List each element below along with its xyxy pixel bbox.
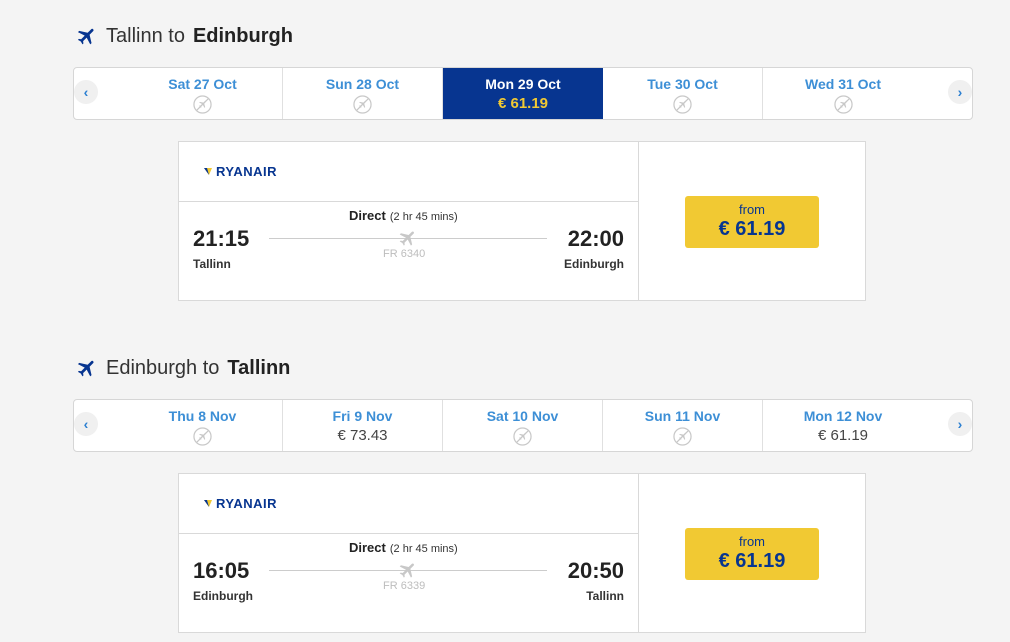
arrival-city: Edinburgh [564,257,624,271]
flight-number: FR 6340 [383,248,426,260]
date-cell[interactable]: Sat 27 Oct [123,68,283,119]
select-fare-button[interactable]: from € 61.19 [685,196,819,248]
date-cell[interactable]: Tue 30 Oct [603,68,763,119]
departure-time: 21:15 [193,226,250,251]
chevron-right-icon[interactable]: › [948,412,972,436]
no-flights-icon [193,427,212,446]
date-cell[interactable]: Wed 31 Oct [763,68,923,119]
chevron-left-icon[interactable]: ‹ [74,412,98,436]
date-cell[interactable]: Fri 9 Nov € 73.43 [283,400,443,451]
inbound-title: Edinburgh to Tallinn [76,353,290,383]
inbound-title-prefix: Edinburgh to [106,356,220,379]
date-label: Sun 11 Nov [644,408,721,424]
inbound-dates: Thu 8 Nov Fri 9 Nov € 73.43 Sat 10 Nov S… [123,400,923,451]
direct-label: Direct [349,540,386,555]
date-cell[interactable]: Sun 28 Oct [283,68,443,119]
outbound-dates: Sat 27 Oct Sun 28 Oct Mon 29 Oct € 61.19… [123,68,923,119]
chevron-right-icon[interactable]: › [948,80,972,104]
departure-city: Tallinn [193,257,231,271]
date-price: € 61.19 [817,427,869,444]
fare-price: € 61.19 [718,550,786,572]
date-label: Wed 31 Oct [805,76,881,92]
no-flights-icon [193,95,212,114]
date-label: Tue 30 Oct [647,76,718,92]
airline-brand: RYANAIR [203,495,277,511]
departure-time: 16:05 [193,558,250,583]
date-cell[interactable]: Mon 12 Nov € 61.19 [763,400,923,451]
date-label: Sat 10 Nov [486,408,559,424]
date-price: € 61.19 [497,95,549,112]
no-flights-icon [833,95,853,114]
divider [179,201,638,202]
duration: (2 hr 45 mins) [389,543,458,555]
flight-details: RYANAIR Direct (2 hr 45 mins) 16:05 Edinb… [179,474,639,632]
date-cell[interactable]: Sun 11 Nov [603,400,763,451]
arrival-time: 22:00 [567,226,624,251]
date-label: Thu 8 Nov [168,408,237,424]
flight-details: RYANAIR Direct (2 hr 45 mins) 21:15 Talli… [179,142,639,300]
outbound-title-dest: Edinburgh [192,24,293,47]
no-flights-icon [673,427,692,446]
inbound-flight-card: RYANAIR Direct (2 hr 45 mins) 16:05 Edinb… [178,473,866,633]
no-flights-icon [353,95,372,114]
from-label: from [739,202,765,217]
date-cell-selected[interactable]: Mon 29 Oct € 61.19 [443,68,603,119]
from-label: from [739,534,765,549]
arrival-city: Tallinn [586,589,624,603]
plane-icon [77,360,94,377]
airline-name: RYANAIR [216,495,278,511]
select-fare-button[interactable]: from € 61.19 [685,528,819,580]
duration: (2 hr 45 mins) [389,211,458,223]
flight-number: FR 6339 [383,580,426,592]
date-label: Mon 12 Nov [803,408,883,424]
ryanair-harp-logo [204,500,212,507]
outbound-title: Tallinn to Edinburgh [76,21,293,51]
plane-icon [399,563,414,578]
direct-info: Direct (2 hr 45 mins) [349,208,458,223]
inbound-date-bar: ‹ Thu 8 Nov Fri 9 Nov € 73.43 Sat 10 Nov… [73,399,973,452]
chevron-left-icon[interactable]: ‹ [74,80,98,104]
date-label: Mon 29 Oct [485,76,561,92]
date-label: Sat 27 Oct [168,76,237,92]
plane-icon [77,28,94,45]
outbound-date-bar: ‹ Sat 27 Oct Sun 28 Oct Mon 29 Oct € 61.… [73,67,973,120]
airline-name: RYANAIR [216,163,278,179]
plane-icon [399,231,414,246]
inbound-title-dest: Tallinn [227,356,291,379]
fare-price: € 61.19 [718,218,786,240]
divider [179,533,638,534]
no-flights-icon [673,95,692,114]
date-price: € 73.43 [337,427,388,444]
arrival-time: 20:50 [567,558,624,583]
date-label: Fri 9 Nov [332,408,393,424]
direct-info: Direct (2 hr 45 mins) [349,540,458,555]
outbound-flight-card: RYANAIR Direct (2 hr 45 mins) 21:15 Talli… [178,141,866,301]
date-cell[interactable]: Thu 8 Nov [123,400,283,451]
outbound-title-prefix: Tallinn to [106,24,185,47]
ryanair-harp-logo [204,168,212,175]
no-flights-icon [513,427,532,446]
airline-brand: RYANAIR [203,163,277,179]
direct-label: Direct [349,208,386,223]
date-cell[interactable]: Sat 10 Nov [443,400,603,451]
date-label: Sun 28 Oct [325,76,400,92]
departure-city: Edinburgh [193,589,253,603]
